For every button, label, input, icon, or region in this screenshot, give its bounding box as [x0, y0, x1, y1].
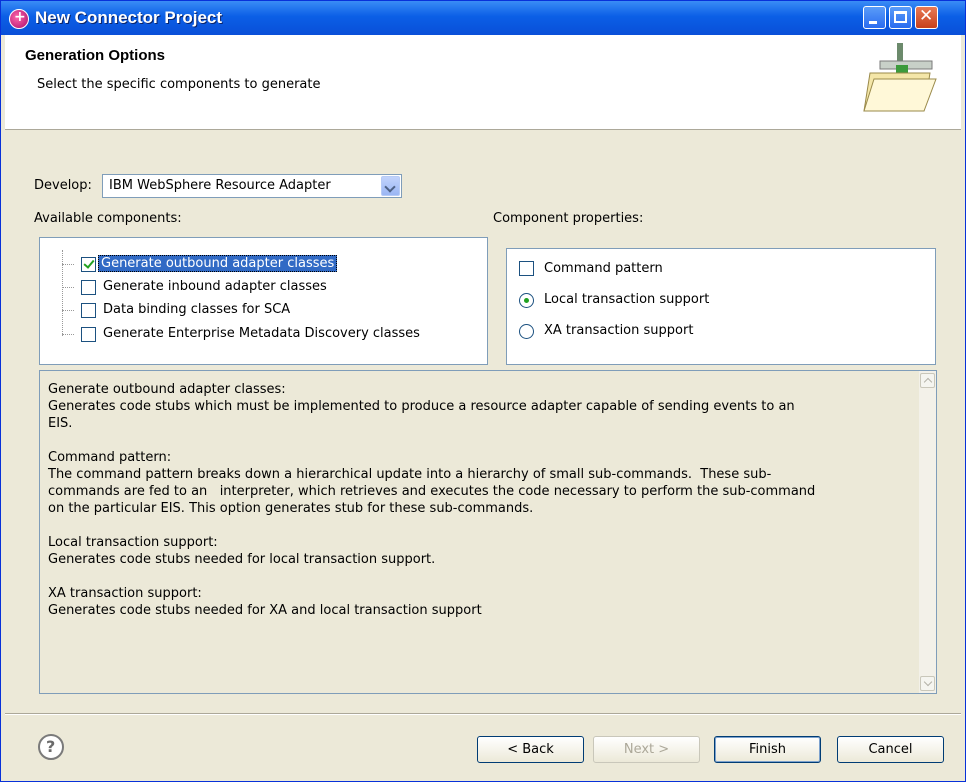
command-pattern-checkbox[interactable]	[519, 261, 534, 276]
dropdown-arrow-icon[interactable]	[381, 176, 400, 196]
tree-item-outbound[interactable]: Generate outbound adapter classes	[98, 255, 338, 272]
component-properties-label: Component properties:	[493, 211, 644, 226]
vertical-scrollbar[interactable]	[919, 371, 936, 693]
emd-checkbox[interactable]	[81, 327, 96, 342]
cancel-button[interactable]: Cancel	[837, 736, 944, 763]
xa-tx-label[interactable]: XA transaction support	[544, 323, 693, 338]
app-icon	[9, 9, 29, 29]
close-icon[interactable]: ✕	[915, 6, 938, 29]
minimize-icon[interactable]	[863, 6, 886, 29]
local-tx-radio[interactable]	[519, 293, 534, 308]
description-text: Generate outbound adapter classes: Gener…	[48, 382, 816, 618]
inbound-checkbox[interactable]	[81, 280, 96, 295]
page-title: Generation Options	[25, 47, 166, 64]
title-bar[interactable]: New Connector Project ✕	[1, 1, 965, 35]
data-binding-checkbox[interactable]	[81, 303, 96, 318]
dialog-window: New Connector Project ✕ Generation Optio…	[0, 0, 966, 782]
available-components-label: Available components:	[34, 211, 182, 226]
finish-button[interactable]: Finish	[714, 736, 821, 763]
tree-item-emd[interactable]: Generate Enterprise Metadata Discovery c…	[103, 326, 420, 341]
local-tx-label[interactable]: Local transaction support	[544, 292, 709, 307]
window-title: New Connector Project	[35, 8, 223, 27]
command-pattern-label[interactable]: Command pattern	[544, 261, 663, 276]
maximize-icon[interactable]	[889, 6, 912, 29]
wizard-banner-icon	[863, 43, 937, 112]
components-tree: Generate outbound adapter classes Genera…	[39, 237, 488, 365]
tree-item-data-binding[interactable]: Data binding classes for SCA	[103, 302, 290, 317]
back-button[interactable]: < Back	[477, 736, 584, 763]
scroll-up-icon[interactable]	[920, 373, 935, 388]
develop-select[interactable]: IBM WebSphere Resource Adapter	[102, 174, 402, 198]
develop-label: Develop:	[34, 178, 92, 193]
description-text-area[interactable]: Generate outbound adapter classes: Gener…	[39, 370, 937, 694]
page-description: Select the specific components to genera…	[37, 77, 321, 92]
scroll-down-icon[interactable]	[920, 676, 935, 691]
outbound-checkbox[interactable]	[81, 257, 96, 272]
help-icon[interactable]	[38, 734, 64, 760]
xa-tx-radio[interactable]	[519, 324, 534, 339]
develop-select-value: IBM WebSphere Resource Adapter	[109, 178, 331, 193]
component-properties-group: Command pattern Local transaction suppor…	[506, 248, 936, 365]
tree-item-inbound[interactable]: Generate inbound adapter classes	[103, 279, 327, 294]
wizard-header: Generation Options Select the specific c…	[5, 35, 961, 130]
next-button[interactable]: Next >	[593, 736, 700, 763]
button-separator	[5, 713, 961, 715]
